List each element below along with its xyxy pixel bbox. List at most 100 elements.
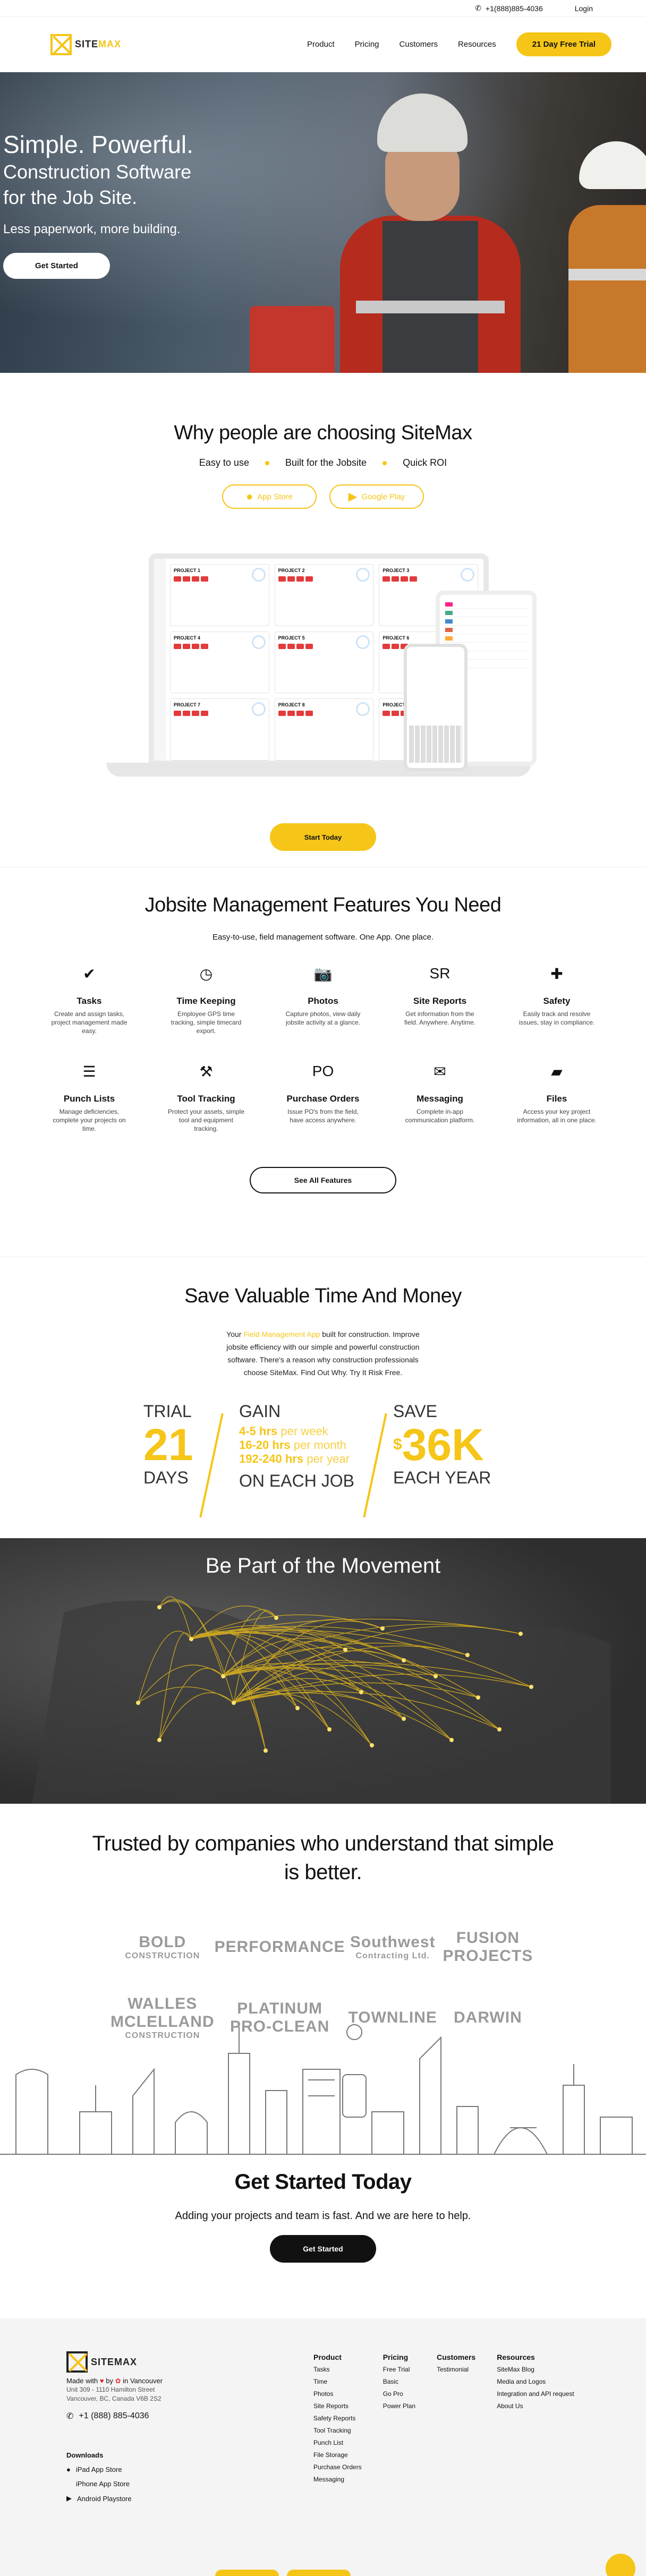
feature-time-keeping[interactable]: ◷ Time Keeping Employee GPS time tracking,…	[148, 963, 265, 1035]
divider	[199, 1413, 224, 1518]
footer-phone[interactable]: ✆ +1 (888) 885-4036	[66, 2411, 242, 2421]
iphone-download-link[interactable]: ●iPhone App Store	[66, 2480, 242, 2488]
footer-column-title: Pricing	[382, 2353, 409, 2361]
google-play-button[interactable]: ▶ Google Play	[329, 484, 424, 509]
feature-desc: Capture photos, view daily jobsite activ…	[285, 1010, 361, 1026]
footer-logo[interactable]: SITEMAX	[66, 2351, 242, 2373]
feature-tasks[interactable]: ✔ Tasks Create and assign tasks, project m…	[31, 963, 148, 1035]
footer-link[interactable]: Safety Reports	[313, 2412, 362, 2425]
feature-purchase-orders[interactable]: PO Purchase Orders Issue PO's from the fie…	[265, 1061, 381, 1133]
trial-stat: TRIAL 21 DAYS	[143, 1402, 193, 1488]
drill-icon: ⚒	[199, 1063, 213, 1080]
sitemax-logo-icon	[66, 2351, 88, 2373]
app-store-button[interactable]: ● App Store	[222, 484, 317, 509]
project-card[interactable]: PROJECT 7	[170, 698, 269, 761]
trial-label: TRIAL	[143, 1402, 192, 1421]
android-download-link[interactable]: ▶ Android Playstore	[66, 2494, 242, 2503]
sitemax-logo[interactable]: SITEMAX	[50, 33, 122, 55]
feature-name: Files	[546, 1094, 567, 1104]
project-card[interactable]: PROJECT 2	[274, 564, 374, 626]
top-phone[interactable]: ✆ +1(888)885-4036	[475, 4, 543, 13]
apple-icon: ●	[245, 490, 253, 503]
feature-safety[interactable]: ✚ Safety Easily track and resolve issues, …	[498, 963, 615, 1035]
feature-name: Punch Lists	[63, 1094, 115, 1104]
feature-messaging[interactable]: ✉ Messaging Complete in-app communication …	[381, 1061, 498, 1133]
google-play-label: Google Play	[361, 492, 405, 501]
google-play-icon: ▶	[348, 490, 358, 503]
stats: TRIAL 21 DAYS GAIN 4-5 hrs per week 16-2…	[143, 1402, 505, 1518]
project-card[interactable]: PROJECT 4	[170, 631, 269, 694]
footer-link[interactable]: Testimonial	[437, 2364, 475, 2376]
feature-name: Messaging	[416, 1094, 463, 1104]
feature-desc: Easily track and resolve issues, stay in…	[518, 1010, 595, 1026]
footer-link[interactable]: Tool Tracking	[313, 2425, 362, 2437]
top-bar: ✆ +1(888)885-4036 Login	[0, 0, 646, 17]
hero-tagline: Less paperwork, more building.	[3, 222, 181, 236]
project-card[interactable]: PROJECT 5	[274, 631, 374, 694]
features-grid: ✔ Tasks Create and assign tasks, project m…	[31, 963, 615, 1133]
clock-icon: ◷	[199, 965, 213, 982]
login-link[interactable]: Login	[575, 4, 593, 13]
progress-ring-icon	[251, 568, 266, 582]
footer-link[interactable]: Media and Logos	[497, 2376, 574, 2388]
project-card[interactable]: PROJECT 8	[274, 698, 374, 761]
trusted-title: Trusted by companies who understand that…	[92, 1832, 554, 1884]
progress-ring-icon	[356, 635, 370, 649]
nav-item-product[interactable]: Product	[307, 40, 335, 49]
made-with-line: Made with ♥ by ✿ in Vancouver	[66, 2377, 163, 2385]
phone-icon: ✆	[66, 2412, 74, 2421]
feature-tool-tracking[interactable]: ⚒ Tool Tracking Protect your assets, simpl…	[148, 1061, 265, 1133]
footer-link[interactable]: Site Reports	[313, 2400, 362, 2412]
start-today-button[interactable]: Start Today	[270, 823, 376, 851]
google-play-icon: ▶	[66, 2494, 72, 2502]
footer-link[interactable]: File Storage	[313, 2449, 362, 2461]
free-trial-button[interactable]: 21 Day Free Trial	[516, 32, 611, 56]
chat-widget-button[interactable]	[606, 2554, 635, 2576]
footer-link[interactable]: Messaging	[313, 2473, 362, 2486]
save-value: 36K	[402, 1420, 484, 1470]
feature-photos[interactable]: 📷 Photos Capture photos, view daily jobsit…	[265, 963, 381, 1035]
footer-link[interactable]: Integration and API request	[497, 2388, 574, 2400]
feature-name: Time Keeping	[176, 996, 236, 1006]
movement-section: Be Part of the Movement	[0, 1538, 646, 1804]
see-all-features-button[interactable]: See All Features	[250, 1167, 396, 1193]
footer-column-resources: Resources SiteMax Blog Media and Logos Inte…	[497, 2351, 574, 2486]
client-logo: FUSION PROJECTS	[443, 1929, 533, 1965]
feature-site-reports[interactable]: SR Site Reports Get information from the f…	[381, 963, 498, 1035]
footer-column-title: Resources	[497, 2353, 535, 2361]
nav-item-customers[interactable]: Customers	[400, 40, 438, 49]
footer-link[interactable]: Punch List	[313, 2437, 362, 2449]
feature-desc: Complete in-app communication platform.	[405, 1108, 475, 1124]
progress-ring-icon	[356, 568, 370, 582]
footer-link[interactable]: Purchase Orders	[313, 2461, 362, 2473]
nav-item-pricing[interactable]: Pricing	[355, 40, 379, 49]
hero-subtitle-2: for the Job Site.	[3, 186, 138, 208]
footer-link[interactable]: About Us	[497, 2400, 574, 2412]
feature-punch-lists[interactable]: ☰ Punch Lists Manage deficiencies, complet…	[31, 1061, 148, 1133]
safety-icon: ✚	[550, 965, 563, 982]
nav-item-resources[interactable]: Resources	[458, 40, 496, 49]
footer-link[interactable]: Tasks	[313, 2364, 362, 2376]
apple-icon: ●	[66, 2466, 71, 2473]
footer-link[interactable]: Free Trial	[383, 2364, 415, 2376]
ipad-download-link[interactable]: ● iPad App Store	[66, 2466, 242, 2473]
feature-name: Photos	[308, 996, 338, 1006]
footer-link[interactable]: Photos	[313, 2388, 362, 2400]
footer-link[interactable]: Power Plan	[383, 2400, 415, 2412]
footer-link[interactable]: Go Pro	[383, 2388, 415, 2400]
get-started-button[interactable]: Get Started	[270, 2235, 376, 2263]
top-phone-number: +1(888)885-4036	[485, 4, 543, 13]
footer-link[interactable]: Time	[313, 2376, 362, 2388]
feature-name: Safety	[543, 996, 571, 1006]
feature-name: Tasks	[76, 996, 102, 1006]
footer-brand: SITEMAX Made with ♥ by ✿ in Vancouver Un…	[66, 2351, 242, 2503]
feature-files[interactable]: ▰ Files Access your key project informatio…	[498, 1061, 615, 1133]
save-stat: SAVE $36K EACH YEAR	[393, 1402, 491, 1488]
field-management-link[interactable]: Field Management App	[243, 1330, 320, 1338]
footer-link[interactable]: SiteMax Blog	[497, 2364, 574, 2376]
project-card[interactable]: PROJECT 1	[170, 564, 269, 626]
footer-link[interactable]: Basic	[383, 2376, 415, 2388]
hero-title: Simple. Powerful.	[3, 131, 193, 158]
logo-text-b: MAX	[98, 39, 122, 49]
hero-get-started-button[interactable]: Get Started	[3, 253, 110, 279]
